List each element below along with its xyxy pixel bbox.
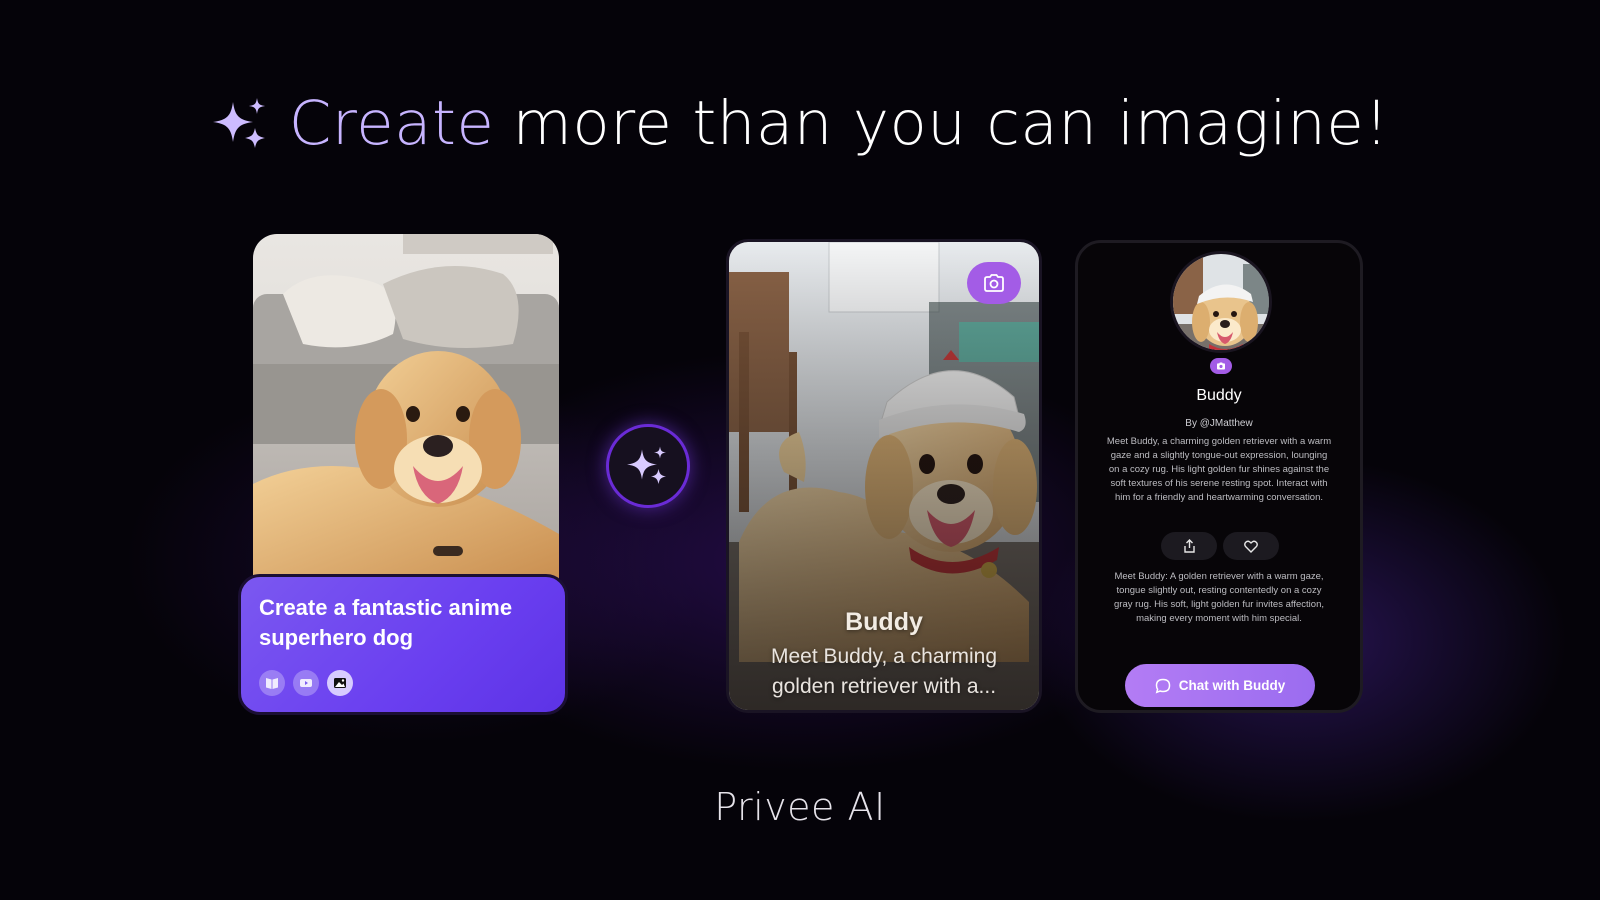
generate-button[interactable] — [606, 424, 690, 508]
chat-bubble-icon — [1155, 678, 1171, 694]
like-button[interactable] — [1223, 532, 1279, 560]
character-profile-panel: Buddy By @JMatthew Meet Buddy, a charmin… — [1075, 240, 1363, 713]
camera-button[interactable] — [967, 262, 1021, 304]
camera-icon — [984, 274, 1004, 292]
brand-name: Privee AI — [714, 785, 886, 829]
prompt-text: Create a fantastic anime superhero dog — [259, 595, 513, 650]
sparkles-icon — [627, 446, 666, 484]
sparkles-icon — [212, 97, 265, 148]
headline: Create more than you can imagine! — [0, 88, 1600, 159]
action-row — [1161, 532, 1279, 560]
source-photo — [253, 234, 559, 584]
chat-button-label: Chat with Buddy — [1178, 678, 1286, 693]
prompt-card[interactable]: Create a fantastic anime superhero dog — [238, 574, 568, 715]
book-icon[interactable] — [259, 670, 285, 696]
heart-icon — [1244, 540, 1258, 553]
avatar — [1170, 251, 1272, 353]
character-name: Buddy — [845, 608, 923, 636]
profile-name: Buddy — [1196, 387, 1242, 404]
camera-icon — [1217, 362, 1225, 370]
chat-button[interactable]: Chat with Buddy — [1125, 664, 1315, 707]
share-icon — [1183, 539, 1195, 553]
video-icon[interactable] — [293, 670, 319, 696]
profile-author[interactable]: By @JMatthew — [1078, 418, 1360, 429]
image-icon[interactable] — [327, 670, 353, 696]
profile-description: Meet Buddy, a charming golden retriever … — [1106, 436, 1332, 503]
headline-accent: Create — [288, 88, 495, 159]
headline-text: more than you can imagine! — [512, 88, 1390, 159]
character-description: Meet Buddy, a charming golden retriever … — [770, 645, 998, 698]
profile-summary: Meet Buddy: A golden retriever with a wa… — [1114, 571, 1324, 624]
anime-character-card[interactable]: Buddy Meet Buddy, a charming golden retr… — [726, 239, 1042, 713]
prompt-mode-icons — [259, 670, 353, 696]
share-button[interactable] — [1161, 532, 1217, 560]
camera-badge — [1210, 358, 1232, 374]
golden-retriever-photo — [253, 234, 559, 584]
